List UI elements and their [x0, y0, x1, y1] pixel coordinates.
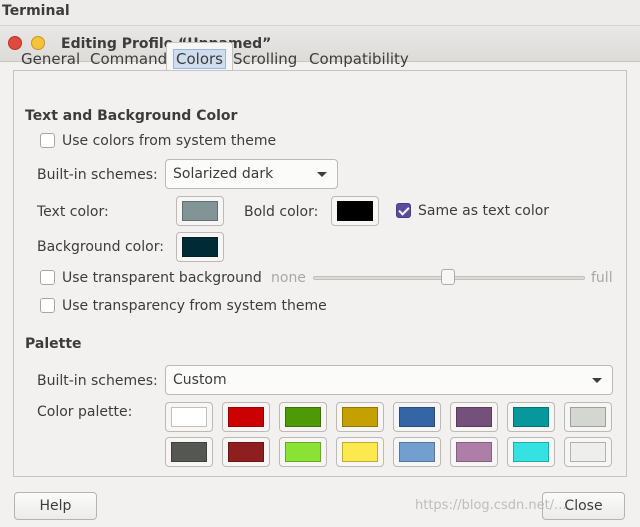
palette-schemes-value: Custom	[173, 372, 227, 388]
transparency-slider-handle[interactable]	[441, 269, 455, 285]
palette-color-swatch	[171, 442, 207, 462]
tab-command[interactable]: Command	[83, 42, 174, 72]
palette-color-button[interactable]	[222, 402, 270, 432]
palette-color-swatch	[342, 442, 378, 462]
builtin-schemes-label: Built-in schemes:	[37, 167, 158, 183]
palette-color-button[interactable]	[222, 437, 270, 467]
palette-schemes-combo[interactable]: Custom	[165, 365, 613, 395]
palette-color-swatch	[456, 407, 492, 427]
tab-label: Scrolling	[233, 50, 298, 68]
palette-color-button[interactable]	[564, 402, 612, 432]
text-color-swatch	[182, 201, 218, 221]
bold-color-label: Bold color:	[244, 204, 319, 220]
watermark: https://blog.csdn.net/...	[415, 498, 567, 513]
palette-color-button[interactable]	[393, 402, 441, 432]
transparency-system-label: Use transparency from system theme	[62, 298, 327, 314]
palette-color-swatch	[228, 442, 264, 462]
palette-color-swatch	[399, 442, 435, 462]
chevron-down-icon	[592, 378, 602, 383]
palette-color-swatch	[513, 407, 549, 427]
palette-color-button[interactable]	[279, 437, 327, 467]
tab-label: Command	[90, 50, 168, 68]
builtin-schemes-value: Solarized dark	[173, 166, 274, 182]
text-color-label: Text color:	[37, 204, 109, 220]
background-color-swatch	[182, 237, 218, 257]
palette-color-swatch	[285, 442, 321, 462]
same-as-text-checkbox[interactable]	[396, 203, 411, 218]
chevron-down-icon	[317, 172, 327, 177]
app-title: Terminal	[0, 0, 640, 26]
palette-color-button[interactable]	[165, 437, 213, 467]
builtin-schemes-combo[interactable]: Solarized dark	[165, 159, 338, 189]
palette-color-button[interactable]	[564, 437, 612, 467]
palette-color-button[interactable]	[393, 437, 441, 467]
palette-section-title: Palette	[25, 336, 82, 352]
background-color-label: Background color:	[37, 239, 164, 255]
tab-compatibility[interactable]: Compatibility	[302, 42, 416, 72]
tab-label: General	[21, 50, 81, 68]
palette-color-button[interactable]	[279, 402, 327, 432]
palette-color-swatch	[570, 442, 606, 462]
help-button[interactable]: Help	[14, 492, 97, 520]
tab-colors[interactable]: Colors	[166, 42, 233, 72]
palette-color-swatch	[171, 407, 207, 427]
palette-color-button[interactable]	[450, 402, 498, 432]
transparency-system-checkbox[interactable]	[40, 298, 55, 313]
color-palette-label: Color palette:	[37, 404, 133, 420]
use-system-colors-checkbox[interactable]	[40, 133, 55, 148]
palette-color-button[interactable]	[507, 437, 555, 467]
tab-label: Colors	[173, 49, 226, 69]
use-system-colors-label: Use colors from system theme	[62, 133, 277, 149]
palette-color-swatch	[456, 442, 492, 462]
palette-color-button[interactable]	[450, 437, 498, 467]
bold-color-swatch	[337, 201, 373, 221]
palette-builtin-label: Built-in schemes:	[37, 373, 158, 389]
palette-color-swatch	[570, 407, 606, 427]
tab-scrolling[interactable]: Scrolling	[226, 42, 304, 72]
palette-color-swatch	[399, 407, 435, 427]
background-color-button[interactable]	[176, 232, 224, 262]
same-as-text-label: Same as text color	[418, 203, 550, 219]
text-color-button[interactable]	[176, 196, 224, 226]
tab-general[interactable]: General	[14, 42, 87, 72]
bold-color-button[interactable]	[331, 196, 379, 226]
transparent-bg-checkbox[interactable]	[40, 270, 55, 285]
palette-color-button[interactable]	[507, 402, 555, 432]
tab-label: Compatibility	[309, 50, 409, 68]
palette-color-swatch	[285, 407, 321, 427]
palette-color-button[interactable]	[165, 402, 213, 432]
palette-color-button[interactable]	[336, 402, 384, 432]
palette-color-button[interactable]	[336, 437, 384, 467]
palette-color-swatch	[228, 407, 264, 427]
tab-bar: General Command Colors Scrolling Compati…	[14, 42, 414, 72]
palette-color-swatch	[513, 442, 549, 462]
slider-max-label: full	[591, 270, 613, 286]
slider-min-label: none	[271, 270, 306, 286]
palette-color-swatch	[342, 407, 378, 427]
transparent-bg-label: Use transparent background	[62, 270, 262, 286]
text-bg-section-title: Text and Background Color	[25, 108, 238, 124]
